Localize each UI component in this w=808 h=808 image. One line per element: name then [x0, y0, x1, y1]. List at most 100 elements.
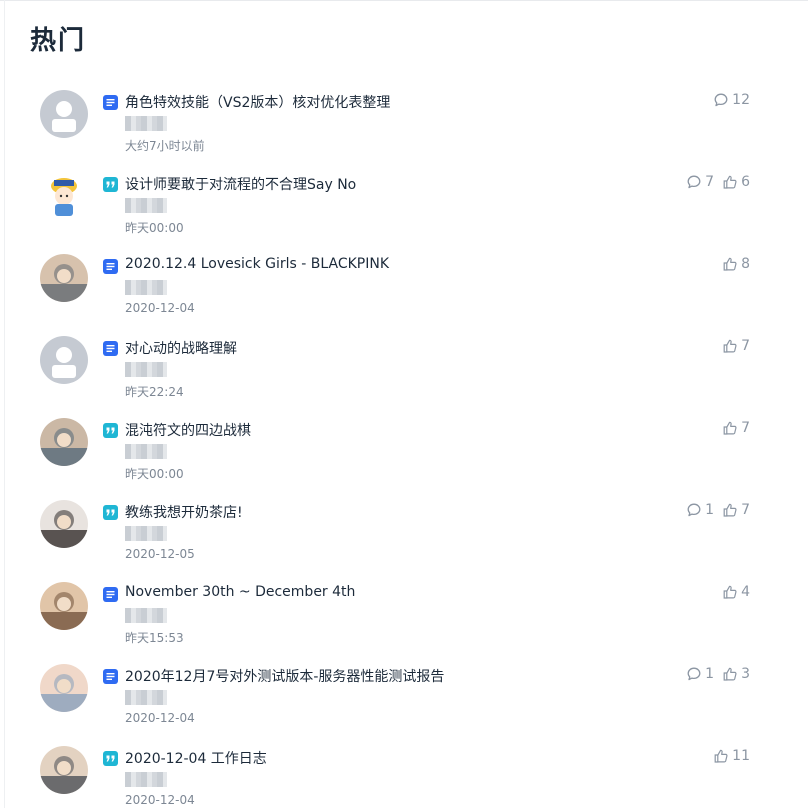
item-stats: 7: [722, 338, 750, 354]
thumbs-up-icon: [722, 584, 738, 600]
item-timestamp: 昨天00:00: [125, 221, 184, 235]
item-title-link[interactable]: 角色特效技能（VS2版本）核对优化表整理: [125, 92, 445, 112]
author-name-blurred[interactable]: [125, 280, 167, 295]
item-timestamp: 2020-12-05: [125, 547, 195, 561]
comment-icon: [686, 666, 702, 682]
item-timestamp: 昨天15:53: [125, 631, 184, 645]
author-name-blurred[interactable]: [125, 608, 167, 623]
item-timestamp: 2020-12-04: [125, 301, 195, 315]
like-count-value: 11: [732, 748, 750, 764]
author-name-blurred[interactable]: [125, 690, 167, 705]
like-count[interactable]: 6: [722, 174, 750, 190]
item-stats: 17: [686, 502, 750, 518]
comment-icon: [686, 174, 702, 190]
section-title: 热门: [30, 26, 87, 56]
quote-icon: [103, 177, 118, 192]
comment-icon: [713, 92, 729, 108]
hot-list-item[interactable]: November 30th ~ December 4th 昨天15:53 4: [5, 580, 765, 662]
item-title-link[interactable]: 2020年12月7号对外测试版本-服务器性能测试报告: [125, 666, 445, 686]
comment-count-value: 7: [705, 174, 715, 190]
like-count-value: 7: [741, 502, 750, 518]
item-timestamp: 昨天00:00: [125, 467, 184, 481]
author-name-blurred[interactable]: [125, 198, 167, 213]
avatar[interactable]: [40, 418, 88, 466]
author-name-blurred[interactable]: [125, 772, 167, 787]
avatar[interactable]: [40, 336, 88, 384]
thumbs-up-icon: [722, 666, 738, 682]
like-count[interactable]: 7: [722, 338, 750, 354]
hot-list-item[interactable]: 2020年12月7号对外测试版本-服务器性能测试报告 2020-12-04 1 3: [5, 662, 765, 744]
quote-icon: [103, 423, 118, 438]
quote-icon: [103, 751, 118, 766]
like-count-value: 6: [741, 174, 750, 190]
hot-list-item[interactable]: 混沌符文的四边战棋昨天00:00 7: [5, 416, 765, 498]
document-icon: [103, 669, 118, 684]
thumbs-up-icon: [722, 174, 738, 190]
item-stats: 11: [713, 748, 750, 764]
author-name-blurred[interactable]: [125, 116, 167, 131]
item-title-link[interactable]: 设计师要敢于对流程的不合理Say No: [125, 174, 445, 194]
like-count-value: 3: [741, 666, 750, 682]
thumbs-up-icon: [722, 420, 738, 436]
avatar[interactable]: [40, 582, 88, 630]
comment-count[interactable]: 7: [686, 174, 714, 190]
hot-list-item[interactable]: 对心动的战略理解昨天22:24 7: [5, 334, 765, 416]
quote-icon: [103, 505, 118, 520]
item-title-link[interactable]: 混沌符文的四边战棋: [125, 420, 445, 440]
hot-list-item[interactable]: 教练我想开奶茶店! 2020-12-05 1 7: [5, 498, 765, 580]
item-stats: 12: [713, 92, 750, 108]
item-stats: 8: [722, 256, 750, 272]
author-name-blurred[interactable]: [125, 526, 167, 541]
hot-list-item[interactable]: 角色特效技能（VS2版本）核对优化表整理大约7小时以前 12: [5, 88, 765, 170]
item-stats: 4: [722, 584, 750, 600]
author-name-blurred[interactable]: [125, 362, 167, 377]
comment-count-value: 12: [732, 92, 750, 108]
item-title-link[interactable]: 对心动的战略理解: [125, 338, 445, 358]
avatar[interactable]: [40, 172, 88, 220]
avatar[interactable]: [40, 746, 88, 794]
item-stats: 13: [686, 666, 750, 682]
item-title-link[interactable]: 教练我想开奶茶店!: [125, 502, 445, 522]
thumbs-up-icon: [722, 502, 738, 518]
like-count-value: 7: [741, 338, 750, 354]
like-count[interactable]: 7: [722, 502, 750, 518]
like-count-value: 7: [741, 420, 750, 436]
like-count[interactable]: 11: [713, 748, 750, 764]
document-icon: [103, 341, 118, 356]
item-timestamp: 2020-12-04: [125, 793, 195, 807]
comment-count-value: 1: [705, 502, 715, 518]
item-stats: 7: [722, 420, 750, 436]
item-stats: 76: [686, 174, 750, 190]
item-title-link[interactable]: 2020-12-04 工作日志: [125, 748, 445, 768]
item-timestamp: 2020-12-04: [125, 711, 195, 725]
hot-list-item[interactable]: 2020-12-04 工作日志 2020-12-04 11: [5, 744, 765, 808]
comment-count-value: 1: [705, 666, 715, 682]
hot-list: 角色特效技能（VS2版本）核对优化表整理大约7小时以前 12 设计师要敢于对流程的不…: [5, 88, 765, 808]
author-name-blurred[interactable]: [125, 444, 167, 459]
item-timestamp: 昨天22:24: [125, 385, 184, 399]
hot-list-item[interactable]: 2020.12.4 Lovesick Girls - BLACKPINK 2020…: [5, 252, 765, 334]
document-icon: [103, 95, 118, 110]
item-timestamp: 大约7小时以前: [125, 139, 205, 153]
like-count-value: 8: [741, 256, 750, 272]
like-count-value: 4: [741, 584, 750, 600]
item-title-link[interactable]: November 30th ~ December 4th: [125, 584, 445, 600]
thumbs-up-icon: [713, 748, 729, 764]
document-icon: [103, 587, 118, 602]
comment-count[interactable]: 1: [686, 502, 714, 518]
like-count[interactable]: 4: [722, 584, 750, 600]
thumbs-up-icon: [722, 338, 738, 354]
avatar[interactable]: [40, 90, 88, 138]
avatar[interactable]: [40, 664, 88, 712]
item-title-link[interactable]: 2020.12.4 Lovesick Girls - BLACKPINK: [125, 256, 445, 272]
document-icon: [103, 259, 118, 274]
like-count[interactable]: 8: [722, 256, 750, 272]
like-count[interactable]: 7: [722, 420, 750, 436]
comment-icon: [686, 502, 702, 518]
hot-list-item[interactable]: 设计师要敢于对流程的不合理Say No 昨天00:00 7 6: [5, 170, 765, 252]
avatar[interactable]: [40, 500, 88, 548]
comment-count[interactable]: 12: [713, 92, 750, 108]
avatar[interactable]: [40, 254, 88, 302]
comment-count[interactable]: 1: [686, 666, 714, 682]
like-count[interactable]: 3: [722, 666, 750, 682]
